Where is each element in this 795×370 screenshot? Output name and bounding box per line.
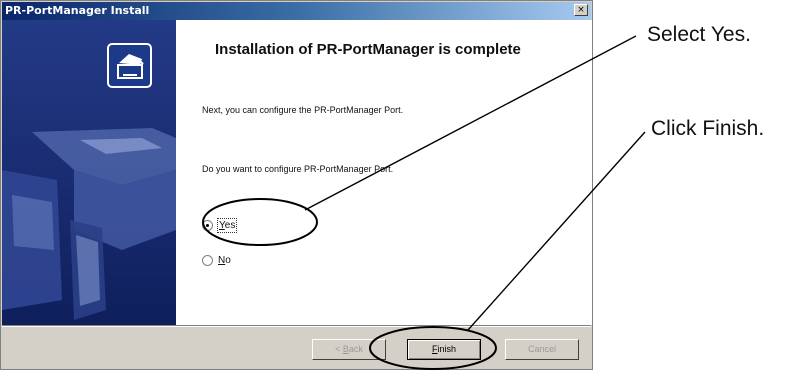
yes-highlight-ellipse bbox=[202, 198, 318, 246]
finish-callout-line bbox=[467, 131, 646, 331]
select-yes-annotation: Select Yes. bbox=[647, 23, 751, 46]
finish-highlight-ellipse bbox=[369, 326, 497, 370]
yes-callout-line bbox=[304, 35, 637, 211]
click-finish-annotation: Click Finish. bbox=[651, 117, 765, 140]
annotation-overlay bbox=[202, 35, 646, 370]
